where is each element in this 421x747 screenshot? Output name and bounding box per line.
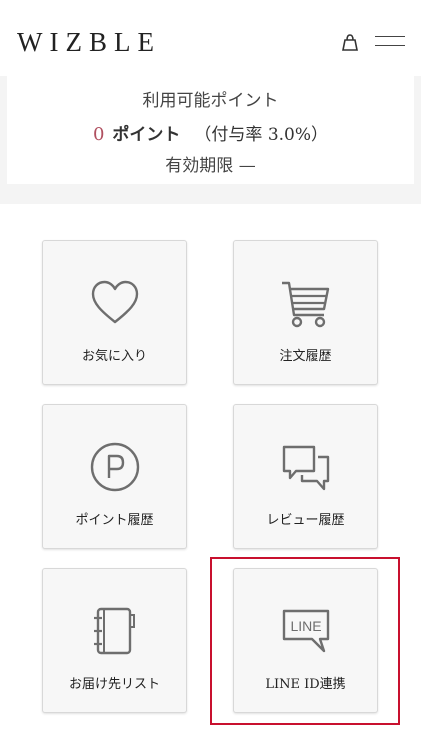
line-id-link-tile[interactable]: LINE LINE ID連携 <box>233 568 378 713</box>
favorites-tile[interactable]: お気に入り <box>42 240 187 385</box>
points-history-label: ポイント履歴 <box>75 513 154 528</box>
line-id-link-label: LINE ID連携 <box>265 677 346 692</box>
points-p-icon <box>90 442 139 492</box>
review-history-label: レビュー履歴 <box>266 513 345 528</box>
address-list-label: お届け先リスト <box>68 677 160 692</box>
line-icon-text: LINE <box>290 618 321 634</box>
heart-icon <box>91 280 138 324</box>
points-rate: （付与率 3.0%） <box>194 125 329 145</box>
address-list-tile[interactable]: お届け先リスト <box>42 568 187 713</box>
points-row: 0 ポイント （付与率 3.0%） <box>7 120 414 145</box>
line-icon: LINE <box>282 609 329 653</box>
points-title: 利用可能ポイント <box>142 91 279 111</box>
points-value: 0 <box>92 124 105 145</box>
wizble-logo[interactable]: WIZBLE <box>17 28 161 56</box>
shopping-bag-icon[interactable] <box>340 33 360 53</box>
points-history-tile[interactable]: ポイント履歴 <box>42 404 187 549</box>
points-section: 利用可能ポイント 0 ポイント （付与率 3.0%） 有効期限 — <box>0 76 421 204</box>
chat-bubbles-icon <box>282 445 329 491</box>
favorites-label: お気に入り <box>81 349 147 364</box>
order-history-label: 注文履歴 <box>279 349 332 364</box>
points-unit: ポイント <box>112 125 181 145</box>
points-card: 利用可能ポイント 0 ポイント （付与率 3.0%） 有効期限 — <box>7 76 414 184</box>
shopping-cart-icon <box>281 281 329 328</box>
hamburger-menu-icon[interactable] <box>375 36 405 50</box>
review-history-tile[interactable]: レビュー履歴 <box>233 404 378 549</box>
points-expiry: 有効期限 — <box>165 156 256 176</box>
address-book-icon <box>93 607 135 655</box>
order-history-tile[interactable]: 注文履歴 <box>233 240 378 385</box>
header: WIZBLE <box>0 0 421 76</box>
